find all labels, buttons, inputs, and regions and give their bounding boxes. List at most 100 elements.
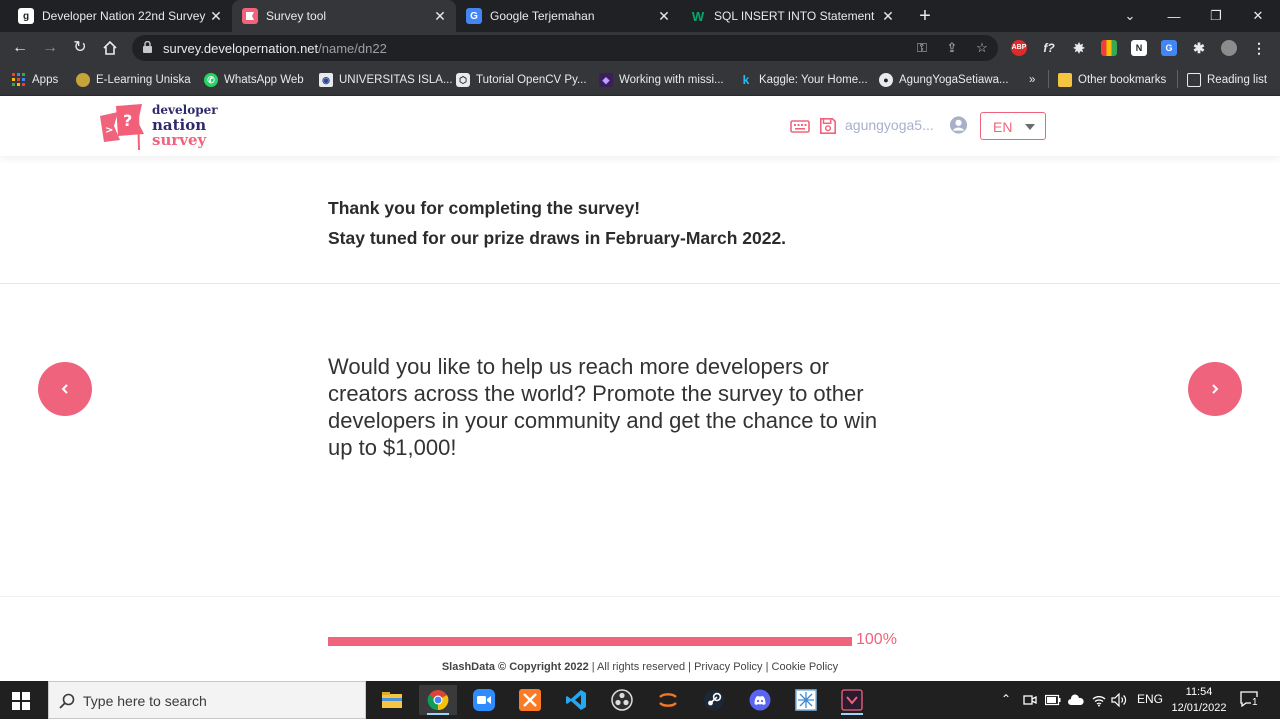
tab-sql-insert[interactable]: W SQL INSERT INTO Statement ✕	[680, 0, 904, 32]
back-arrow-icon[interactable]: ←	[8, 36, 32, 60]
dropdown-caret-icon	[1025, 124, 1035, 130]
apps-grid-icon	[12, 73, 26, 87]
home-icon[interactable]	[98, 36, 122, 60]
keyboard-icon[interactable]	[790, 117, 810, 135]
system-clock[interactable]: 11:54 12/01/2022	[1166, 684, 1232, 716]
svg-text:?: ?	[123, 111, 132, 130]
puzzle-extensions-icon[interactable]: ✱	[1191, 40, 1207, 56]
progress-percent: 100%	[856, 631, 897, 648]
tab-title: Survey tool	[266, 9, 327, 23]
taskbar-search-box[interactable]: Type here to search	[48, 681, 366, 719]
bookmark-elearning[interactable]: E-Learning Uniska	[76, 71, 191, 89]
input-language-indicator[interactable]: ENG	[1137, 692, 1163, 706]
tab-title: Developer Nation 22nd Survey -	[42, 9, 206, 23]
bookmark-label: E-Learning Uniska	[96, 74, 191, 86]
key-icon[interactable]: ⚿	[914, 40, 930, 56]
address-bar[interactable]: survey.developernation.net/name/dn22 ⚿ ⇪…	[132, 35, 998, 61]
volume-icon[interactable]	[1111, 693, 1127, 707]
tab-google-terjemahan[interactable]: G Google Terjemahan ✕	[456, 0, 680, 32]
forward-arrow-icon[interactable]: →	[38, 36, 62, 60]
reading-list-icon	[1187, 73, 1201, 87]
jupyter-icon[interactable]	[649, 685, 687, 715]
developer-nation-logo-icon[interactable]: ? >	[98, 104, 148, 150]
tab-search-chevron-icon[interactable]: ⌄	[1108, 0, 1152, 32]
bookmark-missing-data[interactable]: ◆ Working with missi...	[599, 71, 724, 89]
close-tab-icon[interactable]: ✕	[654, 8, 674, 25]
notification-center-icon[interactable]: 1	[1240, 689, 1264, 711]
chevron-left-icon	[61, 384, 68, 394]
figma-vector-app-icon[interactable]	[833, 685, 871, 715]
bookmark-other[interactable]: Other bookmarks	[1058, 71, 1166, 89]
formula-extension-icon[interactable]: f?	[1041, 40, 1057, 56]
bookmark-universitas[interactable]: ◉ UNIVERSITAS ISLA...	[319, 71, 453, 89]
share-icon[interactable]: ⇪	[944, 40, 960, 56]
whatsapp-icon: ✆	[204, 73, 218, 87]
reload-icon[interactable]: ↻	[68, 36, 92, 60]
new-tab-button[interactable]: +	[914, 5, 936, 27]
promo-text: Would you like to help us reach more dev…	[328, 354, 878, 460]
settings-gear-extension-icon[interactable]: ✸	[1071, 40, 1087, 56]
url-path: /name/dn22	[318, 41, 387, 56]
bookmark-divider	[1177, 70, 1178, 88]
chrome-icon[interactable]	[419, 685, 457, 715]
zoom-icon[interactable]	[465, 685, 503, 715]
tab-survey-tool[interactable]: Survey tool ✕	[232, 0, 456, 32]
lock-icon	[143, 41, 152, 53]
chrome-menu-icon[interactable]: ⋮	[1251, 40, 1267, 56]
previous-slide-button[interactable]	[38, 362, 92, 416]
bookmarks-overflow-chevron[interactable]: »	[1029, 71, 1035, 89]
wifi-icon[interactable]	[1092, 693, 1106, 707]
show-hidden-icons-chevron[interactable]: ⌃	[1001, 692, 1011, 706]
search-placeholder: Type here to search	[83, 693, 207, 709]
discord-icon[interactable]	[741, 685, 779, 715]
clock-date: 12/01/2022	[1171, 702, 1227, 714]
color-palette-extension-icon[interactable]	[1101, 40, 1117, 56]
language-select[interactable]: EN	[980, 112, 1046, 140]
bookmark-label: UNIVERSITAS ISLA...	[339, 74, 453, 86]
close-tab-icon[interactable]: ✕	[206, 8, 226, 25]
privacy-policy-link[interactable]: Privacy Policy	[694, 661, 762, 673]
snipping-tool-icon[interactable]	[787, 685, 825, 715]
file-explorer-icon[interactable]	[373, 685, 411, 715]
close-window-button[interactable]: ✕	[1236, 0, 1280, 32]
rights-text: | All rights reserved |	[591, 661, 692, 673]
language-value: EN	[993, 119, 1013, 135]
bookmark-apps[interactable]: Apps	[12, 71, 58, 89]
minimize-button[interactable]: —	[1152, 0, 1196, 32]
bookmark-whatsapp[interactable]: ✆ WhatsApp Web	[204, 71, 304, 89]
reading-list-button[interactable]: Reading list	[1187, 71, 1267, 89]
steam-icon[interactable]	[695, 685, 733, 715]
bookmark-kaggle[interactable]: k Kaggle: Your Home...	[739, 71, 868, 89]
windows-start-icon[interactable]	[12, 692, 30, 710]
bookmark-star-icon[interactable]: ☆	[974, 40, 990, 56]
notion-extension-icon[interactable]: N	[1131, 40, 1147, 56]
tab-developer-nation[interactable]: g Developer Nation 22nd Survey - ✕	[8, 0, 232, 32]
obs-icon[interactable]	[603, 685, 641, 715]
meet-now-icon[interactable]	[1023, 693, 1037, 707]
user-avatar-icon[interactable]	[948, 116, 969, 134]
xampp-icon[interactable]	[511, 685, 549, 715]
bookmark-github[interactable]: ● AgungYogaSetiawa...	[879, 71, 1009, 89]
bookmark-opencv[interactable]: ⬡ Tutorial OpenCV Py...	[456, 71, 587, 89]
adblock-extension-icon[interactable]: ABP	[1011, 40, 1027, 56]
thank-you-message: Thank you for completing the survey! Sta…	[328, 193, 786, 253]
close-tab-icon[interactable]: ✕	[878, 8, 898, 25]
save-floppy-icon[interactable]	[818, 117, 838, 135]
bookmark-label: Kaggle: Your Home...	[759, 74, 868, 86]
profile-avatar-icon[interactable]	[1221, 40, 1237, 56]
next-slide-button[interactable]	[1188, 362, 1242, 416]
site-header: ? > developer nation survey agungyoga5..…	[0, 96, 1280, 156]
username-label[interactable]: agungyoga5...	[845, 117, 934, 133]
cookie-policy-link[interactable]: Cookie Policy	[772, 661, 839, 673]
university-logo-icon: ◉	[319, 73, 333, 87]
close-tab-icon[interactable]: ✕	[430, 8, 450, 25]
logo-wordmark[interactable]: developer nation survey	[152, 103, 218, 148]
battery-icon[interactable]	[1045, 694, 1061, 706]
google-translate-extension-icon[interactable]: G	[1161, 40, 1177, 56]
vscode-icon[interactable]	[557, 685, 595, 715]
tab-title: SQL INSERT INTO Statement	[714, 9, 875, 23]
bookmarks-bar: Apps E-Learning Uniska ✆ WhatsApp Web ◉ …	[0, 64, 1280, 96]
onedrive-cloud-icon[interactable]	[1068, 694, 1084, 706]
w3schools-favicon-icon: W	[691, 8, 705, 24]
restore-button[interactable]: ❐	[1194, 0, 1238, 32]
